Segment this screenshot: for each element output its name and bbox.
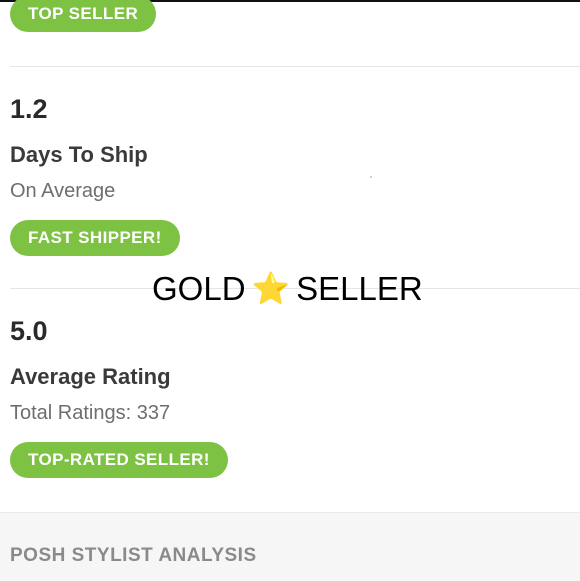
- total-ratings-text: Total Ratings: 337: [10, 402, 171, 424]
- star-icon: ⭐: [251, 271, 291, 306]
- gold-seller-overlay: GOLD ⭐ SELLER: [152, 270, 423, 308]
- average-rating-label: Average Rating: [10, 364, 171, 389]
- posh-stylist-analysis-section: POSH STYLIST ANALYSIS: [0, 512, 580, 581]
- average-rating-value: 5.0: [10, 316, 48, 346]
- days-to-ship-label: Days To Ship: [10, 142, 148, 167]
- section-divider: [10, 66, 580, 67]
- days-to-ship-subtext: On Average: [10, 180, 116, 202]
- fast-shipper-badge[interactable]: FAST SHIPPER!: [10, 220, 180, 256]
- stray-dot: [370, 176, 372, 178]
- top-rated-seller-badge[interactable]: TOP-RATED SELLER!: [10, 442, 228, 478]
- section-title: POSH STYLIST ANALYSIS: [10, 545, 257, 566]
- days-to-ship-value: 1.2: [10, 94, 48, 124]
- top-seller-badge[interactable]: TOP SELLER: [10, 0, 157, 32]
- overlay-seller-text: SELLER: [296, 270, 423, 307]
- overlay-gold-text: GOLD: [152, 270, 246, 307]
